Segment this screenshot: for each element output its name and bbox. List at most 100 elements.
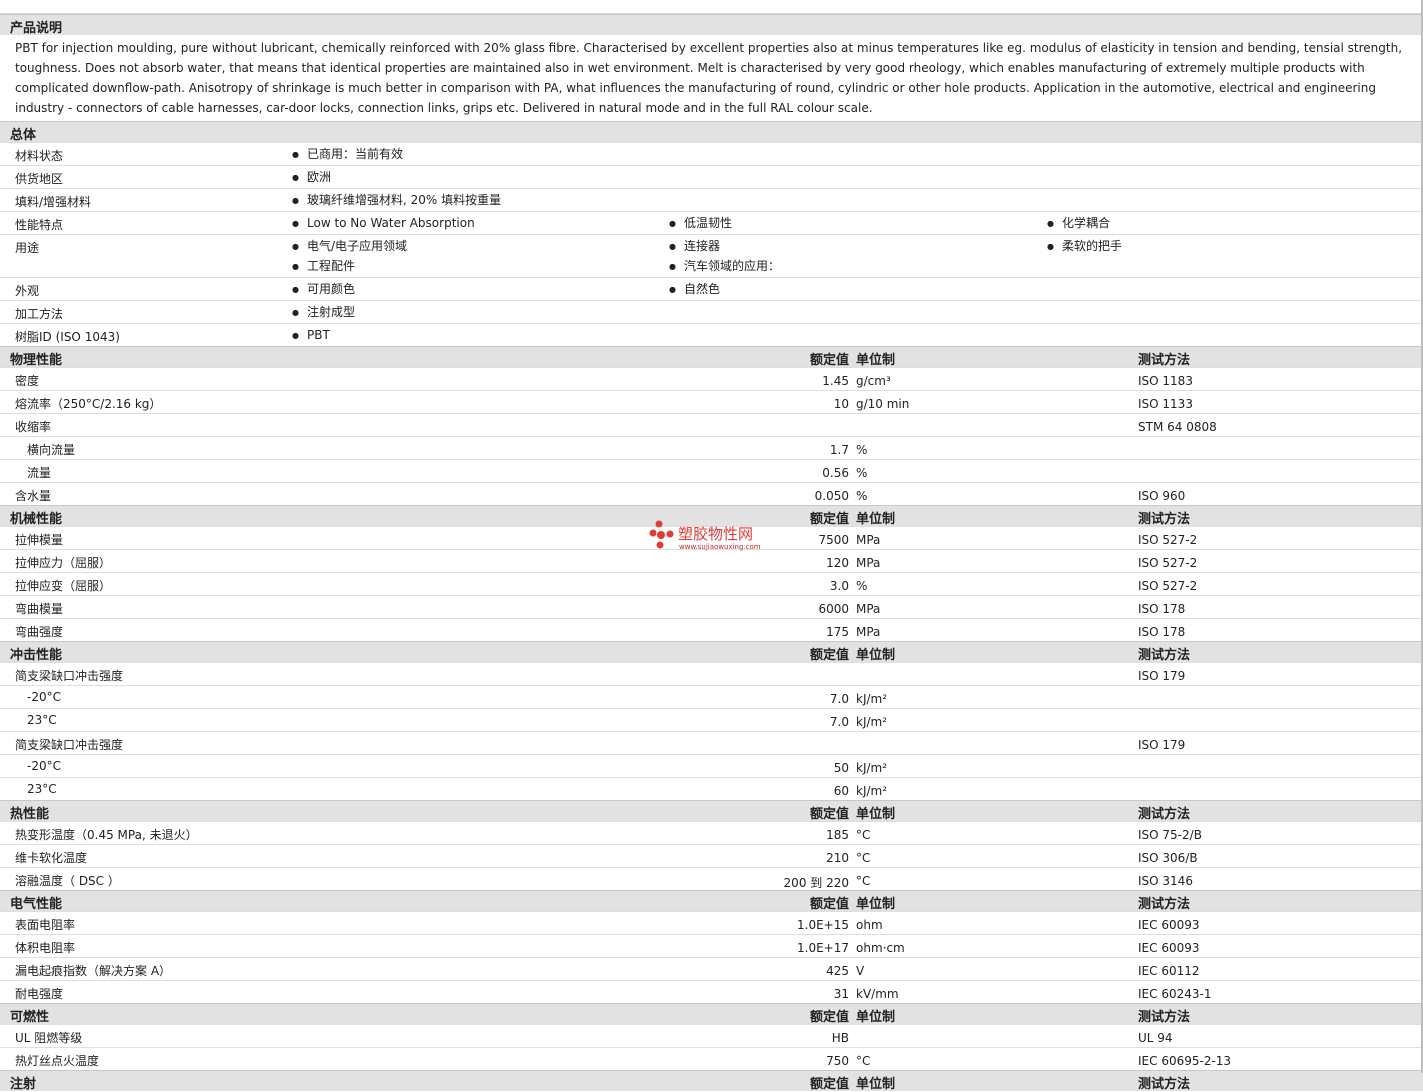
property-unit: %	[856, 443, 868, 457]
property-test-method: IEC 60112	[1138, 964, 1200, 978]
property-unit: MPa	[856, 602, 881, 616]
general-value-item: 化学耦合	[1062, 216, 1110, 236]
property-row: 拉伸应变（屈服） 3.0% ISO 527-2	[0, 572, 1423, 595]
property-test-method: IEC 60093	[1138, 918, 1200, 932]
property-unit: kJ/m²	[856, 761, 888, 775]
watermark-logo-icon	[649, 520, 674, 549]
property-value: 0.56	[822, 466, 849, 480]
top-border	[0, 0, 1423, 14]
general-row: 加工方法 注射成型	[0, 300, 1423, 323]
general-value-item: 连接器	[684, 239, 780, 259]
general-row-label: 材料状态	[15, 149, 64, 163]
property-value: 60	[833, 784, 849, 798]
section-title: 注射	[10, 1077, 37, 1092]
property-value: 750	[826, 1054, 849, 1068]
general-title: 总体	[10, 128, 37, 143]
test-column-header: 测试方法	[1138, 1010, 1191, 1025]
section-title: 可燃性	[10, 1010, 50, 1025]
test-column-header: 测试方法	[1138, 807, 1191, 822]
property-row: 漏电起痕指数（解决方案 A） 425 V IEC 60112	[0, 957, 1423, 980]
property-row: -20°C 50 kJ/m²	[0, 754, 1423, 777]
property-unit: %	[856, 579, 868, 593]
property-unit: °C	[856, 1054, 871, 1068]
section-header: 电气性能 额定值 单位制 测试方法	[0, 890, 1423, 912]
property-row: 热灯丝点火温度 750 °C IEC 60695-2-13	[0, 1047, 1423, 1070]
general-row-values: 化学耦合	[1062, 216, 1110, 236]
test-column-header: 测试方法	[1138, 648, 1191, 663]
property-value: 200 到 220	[783, 876, 849, 890]
property-unit: kJ/m²	[856, 715, 888, 729]
general-value-item: 工程配件	[307, 259, 407, 279]
property-label: 熔流率（250°C/2.16 kg）	[15, 397, 162, 411]
property-label: 维卡软化温度	[15, 851, 88, 865]
property-label: 拉伸应力（屈服）	[15, 556, 112, 570]
general-value-item: 已商用：当前有效	[307, 147, 403, 167]
property-row: 简支梁缺口冲击强度 ISO 179	[0, 731, 1423, 754]
section-title: 机械性能	[10, 512, 63, 527]
property-label: 弯曲强度	[15, 625, 64, 639]
property-value: 175	[826, 625, 849, 639]
value-column-header: 额定值	[809, 648, 849, 663]
general-row-values: 电气/电子应用领域工程配件	[307, 239, 407, 279]
description-title: 产品说明	[10, 21, 63, 36]
general-table: 材料状态 已商用：当前有效供货地区 欧洲填料/增强材料 玻璃纤维增强材料, 20% 填…	[0, 142, 1423, 346]
property-value: 120	[826, 556, 849, 570]
property-value: 7.0	[829, 692, 849, 706]
property-value: 1.7	[829, 443, 849, 457]
property-test-method: ISO 178	[1138, 625, 1186, 639]
property-label: 表面电阻率	[15, 918, 76, 932]
property-value: 10	[833, 397, 849, 411]
property-row: 23°C 7.0 kJ/m²	[0, 708, 1423, 731]
section-title: 电气性能	[10, 897, 63, 912]
value-column-header: 额定值	[809, 353, 849, 368]
general-row-values: 柔软的把手	[1062, 239, 1122, 259]
general-row-values: 连接器汽车领域的应用：	[684, 239, 780, 279]
property-row: 横向流量 1.7%	[0, 436, 1423, 459]
property-label: 23°C	[27, 713, 57, 727]
property-row: 体积电阻率 1.0E+17 ohm·cm IEC 60093	[0, 934, 1423, 957]
property-value: 210	[826, 851, 849, 865]
property-row: 含水量 0.050% ISO 960	[0, 482, 1423, 505]
property-value: 7500	[818, 533, 849, 547]
property-row: 23°C 60 kJ/m²	[0, 777, 1423, 800]
general-row-label: 用途	[15, 241, 40, 255]
property-unit: °C	[856, 851, 871, 865]
property-row: 弯曲模量 6000 MPa ISO 178	[0, 595, 1423, 618]
property-unit: °C	[856, 874, 871, 888]
general-row: 填料/增强材料 玻璃纤维增强材料, 20% 填料按重量	[0, 188, 1423, 211]
property-test-method: ISO 179	[1138, 669, 1186, 683]
property-test-method: ISO 527-2	[1138, 556, 1198, 570]
general-row: 供货地区 欧洲	[0, 165, 1423, 188]
general-row-values: 玻璃纤维增强材料, 20% 填料按重量	[307, 193, 501, 213]
property-unit: %	[856, 489, 868, 503]
general-row-values: Low to No Water Absorption	[307, 216, 475, 236]
property-label: 23°C	[27, 782, 57, 796]
property-test-method: ISO 306/B	[1138, 851, 1198, 865]
general-row-values: 注射成型	[307, 305, 355, 325]
property-value: 6000	[818, 602, 849, 616]
section-title: 热性能	[10, 807, 50, 822]
property-test-method: ISO 1133	[1138, 397, 1193, 411]
property-value: 1.0E+15	[797, 918, 849, 932]
property-label: 简支梁缺口冲击强度	[15, 669, 124, 683]
property-value: 425	[826, 964, 849, 978]
property-row: 溶融温度（ DSC ） 200 到 220 °C ISO 3146	[0, 867, 1423, 890]
property-unit: V	[856, 964, 865, 978]
property-test-method: ISO 178	[1138, 602, 1186, 616]
property-label: 漏电起痕指数（解决方案 A）	[15, 964, 172, 978]
general-row-label: 树脂ID (ISO 1043)	[15, 330, 120, 344]
general-row-label: 供货地区	[15, 172, 64, 186]
property-label: 拉伸模量	[15, 533, 64, 547]
property-label: 溶融温度（ DSC ）	[15, 874, 120, 888]
property-test-method: IEC 60093	[1138, 941, 1200, 955]
unit-column-header: 单位制	[856, 897, 896, 912]
unit-column-header: 单位制	[856, 1077, 896, 1092]
general-row-label: 性能特点	[15, 218, 64, 232]
property-label: 流量	[27, 466, 52, 480]
section-header: 可燃性 额定值 单位制 测试方法	[0, 1003, 1423, 1025]
test-column-header: 测试方法	[1138, 353, 1191, 368]
property-value: 3.0	[829, 579, 849, 593]
unit-column-header: 单位制	[856, 1010, 896, 1025]
property-label: 热灯丝点火温度	[15, 1054, 100, 1068]
property-row: 耐电强度 31 kV/mm IEC 60243-1	[0, 980, 1423, 1003]
